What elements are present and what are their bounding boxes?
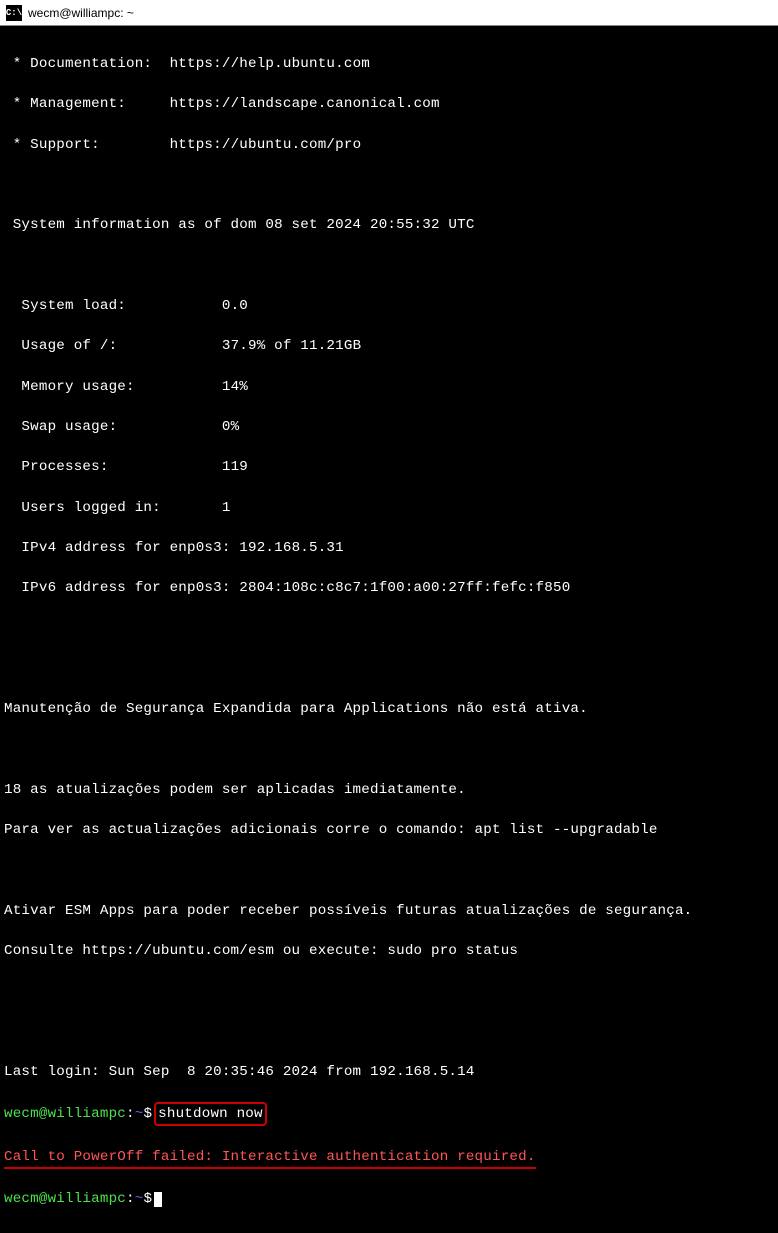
terminal-icon: C:\ xyxy=(6,5,22,21)
motd-mgmt: * Management: https://landscape.canonica… xyxy=(4,94,774,114)
esm-notice: Manutenção de Segurança Expandida para A… xyxy=(4,699,774,719)
command-highlight: shutdown now xyxy=(154,1102,267,1126)
stat-ipv6: IPv6 address for enp0s3: 2804:108c:c8c7:… xyxy=(4,578,774,598)
stat-ipv4: IPv4 address for enp0s3: 192.168.5.31 xyxy=(4,538,774,558)
error-underline: Call to PowerOff failed: Interactive aut… xyxy=(4,1147,536,1169)
motd-support: * Support: https://ubuntu.com/pro xyxy=(4,135,774,155)
esm-enable-1: Ativar ESM Apps para poder receber possí… xyxy=(4,901,774,921)
stat-disk: Usage of /: 37.9% of 11.21GB xyxy=(4,336,774,356)
cursor xyxy=(154,1192,162,1207)
updates-hint: Para ver as actualizações adicionais cor… xyxy=(4,820,774,840)
esm-enable-2: Consulte https://ubuntu.com/esm ou execu… xyxy=(4,941,774,961)
last-login: Last login: Sun Sep 8 20:35:46 2024 from… xyxy=(4,1062,774,1082)
prompt-userhost: wecm@williampc xyxy=(4,1191,126,1207)
stat-mem: Memory usage: 14% xyxy=(4,377,774,397)
prompt-path: ~ xyxy=(135,1106,144,1122)
sysinfo-header: System information as of dom 08 set 2024… xyxy=(4,215,774,235)
stat-users: Users logged in: 1 xyxy=(4,498,774,518)
prompt-path: ~ xyxy=(135,1191,144,1207)
stat-load: System load: 0.0 xyxy=(4,296,774,316)
prompt-line-2[interactable]: wecm@williampc:~$ xyxy=(4,1189,774,1209)
error-line: Call to PowerOff failed: Interactive aut… xyxy=(4,1147,774,1169)
window-title-bar[interactable]: C:\ wecm@williampc: ~ xyxy=(0,0,778,26)
prompt-line-1: wecm@williampc:~$shutdown now xyxy=(4,1102,774,1126)
motd-doc: * Documentation: https://help.ubuntu.com xyxy=(4,54,774,74)
terminal-output[interactable]: * Documentation: https://help.ubuntu.com… xyxy=(0,26,778,1233)
window-title: wecm@williampc: ~ xyxy=(28,6,134,20)
updates-count: 18 as atualizações podem ser aplicadas i… xyxy=(4,780,774,800)
prompt-userhost: wecm@williampc xyxy=(4,1106,126,1122)
command-text: shutdown now xyxy=(158,1106,263,1122)
stat-proc: Processes: 119 xyxy=(4,457,774,477)
stat-swap: Swap usage: 0% xyxy=(4,417,774,437)
error-text: Call to PowerOff failed: Interactive aut… xyxy=(4,1149,536,1165)
